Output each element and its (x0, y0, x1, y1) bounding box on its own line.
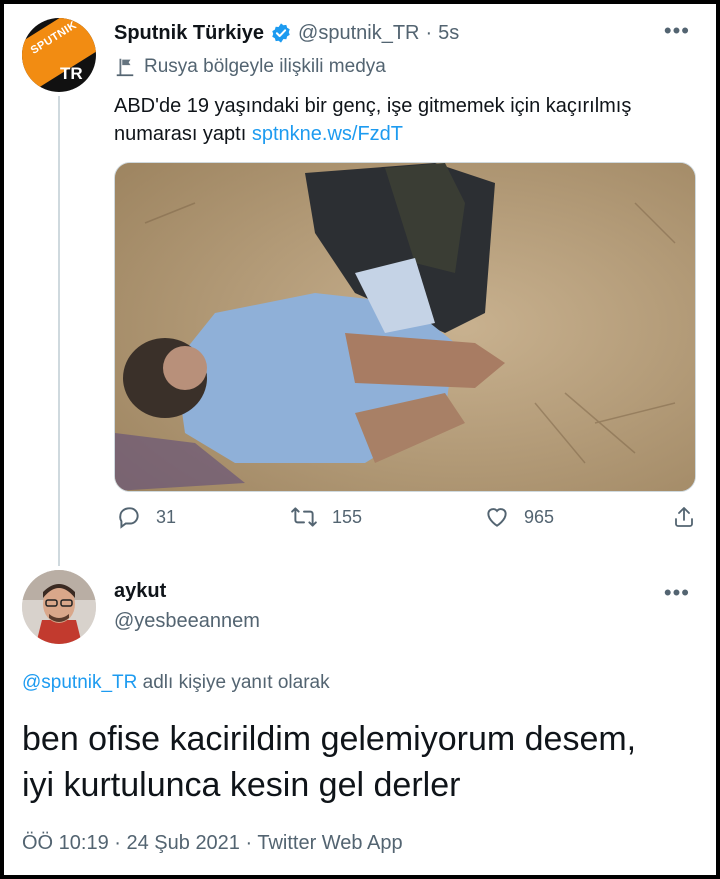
author-name[interactable]: Sputnik Türkiye (114, 22, 264, 45)
reply-to-suffix: adlı kişiye yanıt olarak (137, 672, 330, 693)
reply-count: 31 (156, 506, 177, 527)
thread-connector-line (58, 96, 60, 566)
reply-timestamp-meta[interactable]: ÖÖ 10:19 · 24 Şub 2021 · Twitter Web App (22, 832, 403, 855)
header-separator: · (425, 21, 433, 44)
reply-author-name[interactable]: aykut (114, 580, 166, 603)
avatar-aykut[interactable] (22, 570, 96, 644)
heart-icon (487, 508, 507, 527)
share-icon (675, 507, 693, 527)
tweet-body: ABD'de 19 yaşındaki bir genç, işe gitmem… (114, 92, 674, 148)
more-options-button[interactable]: ••• (664, 18, 690, 44)
reply-text-line-1: ben ofise kacirildim gelemiyorum desem, (22, 720, 637, 758)
reply-icon (119, 507, 139, 529)
retweet-button[interactable]: 155 (290, 504, 362, 530)
tweet-actions: 31 155 965 (114, 504, 694, 544)
tweet-header: Sputnik Türkiye @sputnik_TR · 5s (114, 18, 459, 48)
like-button[interactable]: 965 (484, 504, 554, 530)
reply-author-handle[interactable]: @yesbeeannem (114, 610, 260, 633)
tweet-thread: SPUTNIK TR Sputnik Türkiye @sputnik_TR ·… (4, 4, 716, 875)
state-media-label-text: Rusya bölgeyle ilişkili medya (144, 56, 386, 77)
avatar-sputnik[interactable]: SPUTNIK TR (22, 18, 96, 92)
media-photo (115, 163, 695, 491)
retweet-icon (291, 507, 317, 527)
state-media-label[interactable]: Rusya bölgeyle ilişkili medya (114, 56, 386, 78)
like-count: 965 (524, 506, 555, 527)
author-handle[interactable]: @sputnik_TR (298, 22, 419, 45)
reply-text-line-2: iyi kurtulunca kesin gel derler (22, 766, 461, 804)
reply-text: ben ofise kacirildim gelemiyorum desem, … (22, 716, 702, 808)
reply-to-handle-link[interactable]: @sputnik_TR (22, 672, 137, 693)
tweet-link[interactable]: sptnkne.ws/FzdT (252, 123, 403, 145)
state-media-flag-icon (116, 58, 134, 77)
tweet-time[interactable]: 5s (438, 22, 459, 45)
tweet-media-image[interactable] (114, 162, 696, 492)
replying-to: @sputnik_TR adlı kişiye yanıt olarak (22, 672, 330, 694)
reply-more-options-button[interactable]: ••• (664, 580, 690, 606)
retweet-count: 155 (332, 506, 363, 527)
avatar-photo (22, 570, 96, 644)
share-button[interactable] (672, 504, 710, 530)
reply-button[interactable]: 31 (116, 504, 176, 530)
verified-badge-icon (272, 23, 290, 43)
avatar-badge-text: TR (60, 64, 83, 83)
